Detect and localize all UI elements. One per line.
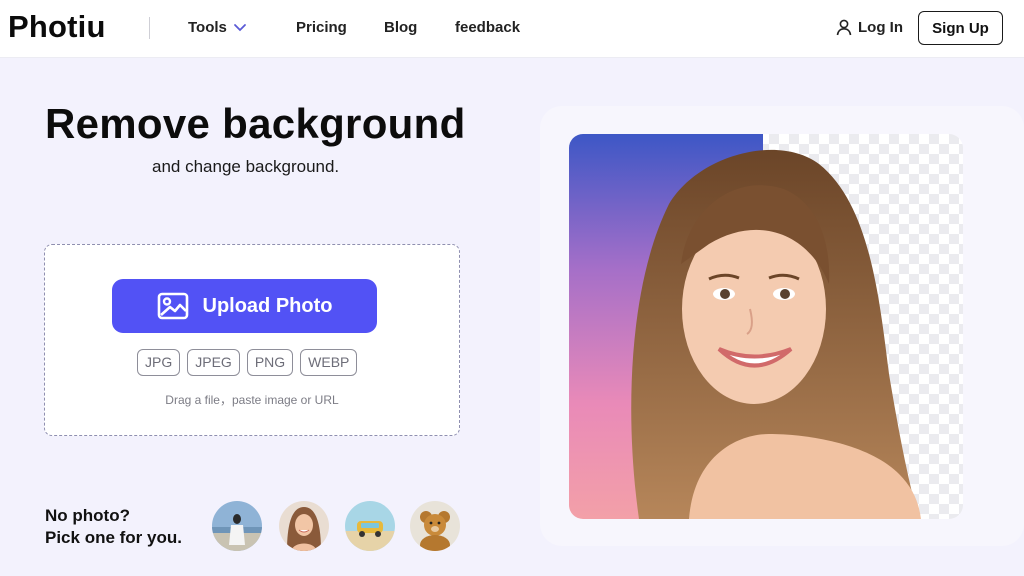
sample-photo-teddy-bear[interactable]: [410, 501, 460, 551]
sample-prompt-line2: Pick one for you.: [45, 528, 182, 547]
chevron-down-icon: [233, 23, 246, 31]
nav-tools-label: Tools: [188, 19, 227, 36]
woman-thumbnail: [279, 501, 329, 551]
page-subtitle: and change background.: [152, 157, 340, 176]
beach-person-thumbnail: [212, 501, 262, 551]
format-badge: JPG: [137, 349, 181, 376]
upload-photo-label: Upload Photo: [202, 294, 333, 317]
sample-photo-woman[interactable]: [279, 501, 329, 551]
format-badge: WEBP: [300, 349, 358, 376]
format-badge: JPEG: [187, 349, 240, 376]
nav-pricing[interactable]: Pricing: [296, 19, 347, 36]
page-title: Remove background: [45, 100, 466, 147]
sample-photo-beach-person[interactable]: [212, 501, 262, 551]
image-icon: [157, 292, 188, 320]
teddy-bear-thumbnail: [410, 501, 460, 551]
upload-dropzone[interactable]: Upload Photo JPG JPEG PNG WEBP Drag a fi…: [44, 244, 460, 436]
sample-prompt: No photo? Pick one for you.: [45, 505, 182, 549]
upload-photo-button[interactable]: Upload Photo: [112, 279, 377, 333]
user-icon: [836, 19, 852, 36]
upload-hint: Drag a file，paste image or URL: [165, 393, 339, 407]
background-removal-preview: [569, 134, 963, 519]
nav-feedback[interactable]: feedback: [455, 19, 520, 36]
sample-photo-car[interactable]: [345, 501, 395, 551]
nav-blog[interactable]: Blog: [384, 19, 417, 36]
signup-button[interactable]: Sign Up: [918, 11, 1003, 45]
showcase-image: [569, 134, 963, 519]
login-label: Log In: [858, 18, 903, 36]
logo-divider: [149, 17, 150, 39]
sample-prompt-line1: No photo?: [45, 506, 130, 525]
format-list: JPG JPEG PNG WEBP: [137, 349, 358, 376]
format-badge: PNG: [246, 349, 294, 376]
top-header: Photiu Tools Pricing Blog feedback Log I…: [0, 0, 1024, 58]
logo[interactable]: Photiu: [8, 9, 106, 45]
nav-tools[interactable]: Tools: [188, 19, 247, 36]
login-link[interactable]: Log In: [835, 18, 903, 36]
car-thumbnail: [345, 501, 395, 551]
